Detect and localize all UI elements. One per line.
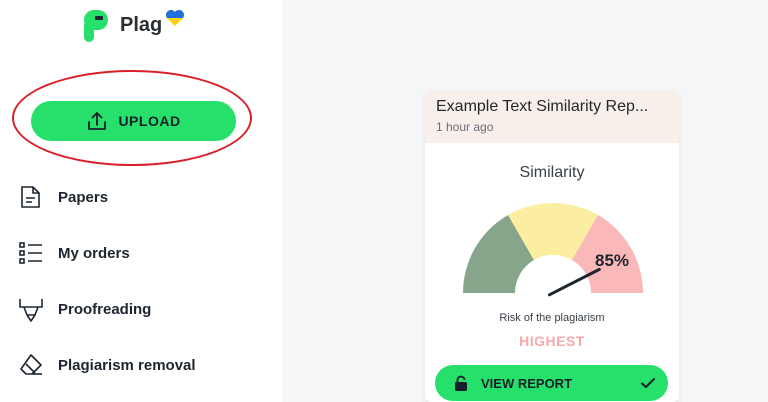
risk-label: Risk of the plagiarism (499, 312, 605, 324)
check-icon (641, 378, 655, 388)
sidebar-item-my-orders[interactable]: My orders (18, 241, 196, 265)
sidebar-item-label: Plagiarism removal (58, 356, 196, 374)
plag-logo-icon (84, 10, 108, 42)
logo[interactable]: Plag (84, 8, 185, 42)
eraser-icon (20, 354, 42, 375)
sidebar-item-label: My orders (58, 244, 130, 262)
similarity-value: 85% (595, 251, 630, 270)
upload-icon (88, 112, 107, 130)
document-icon (21, 186, 40, 208)
sidebar-item-plagiarism-removal[interactable]: Plagiarism removal (18, 353, 196, 377)
ukraine-heart-icon (166, 10, 185, 26)
report-card-header: Example Text Similarity Rep... 1 hour ag… (425, 91, 679, 143)
upload-button[interactable]: UPLOAD (31, 101, 236, 141)
risk-level: HIGHEST (519, 333, 585, 349)
list-icon (19, 242, 42, 264)
view-report-button[interactable]: VIEW REPORT (435, 365, 668, 401)
unlock-icon (455, 375, 467, 391)
report-time: 1 hour ago (436, 120, 494, 134)
sidebar-item-label: Proofreading (58, 300, 152, 318)
sidebar-item-label: Papers (58, 188, 109, 206)
sidebar-nav: Papers My orders Proofreading Plagiarism… (18, 185, 196, 402)
report-title[interactable]: Example Text Similarity Rep... (436, 98, 668, 116)
similarity-label: Similarity (519, 164, 585, 181)
view-report-label: VIEW REPORT (481, 375, 573, 391)
proofreading-icon (19, 299, 43, 322)
sidebar-item-proofreading[interactable]: Proofreading (18, 297, 196, 322)
sidebar: Plag UPLOAD Papers My orders Proofreadin… (0, 0, 282, 402)
report-card[interactable]: Example Text Similarity Rep... 1 hour ag… (425, 91, 679, 402)
sidebar-item-papers[interactable]: Papers (18, 185, 196, 209)
brand-name: Plag (120, 13, 163, 36)
upload-label: UPLOAD (118, 113, 181, 129)
